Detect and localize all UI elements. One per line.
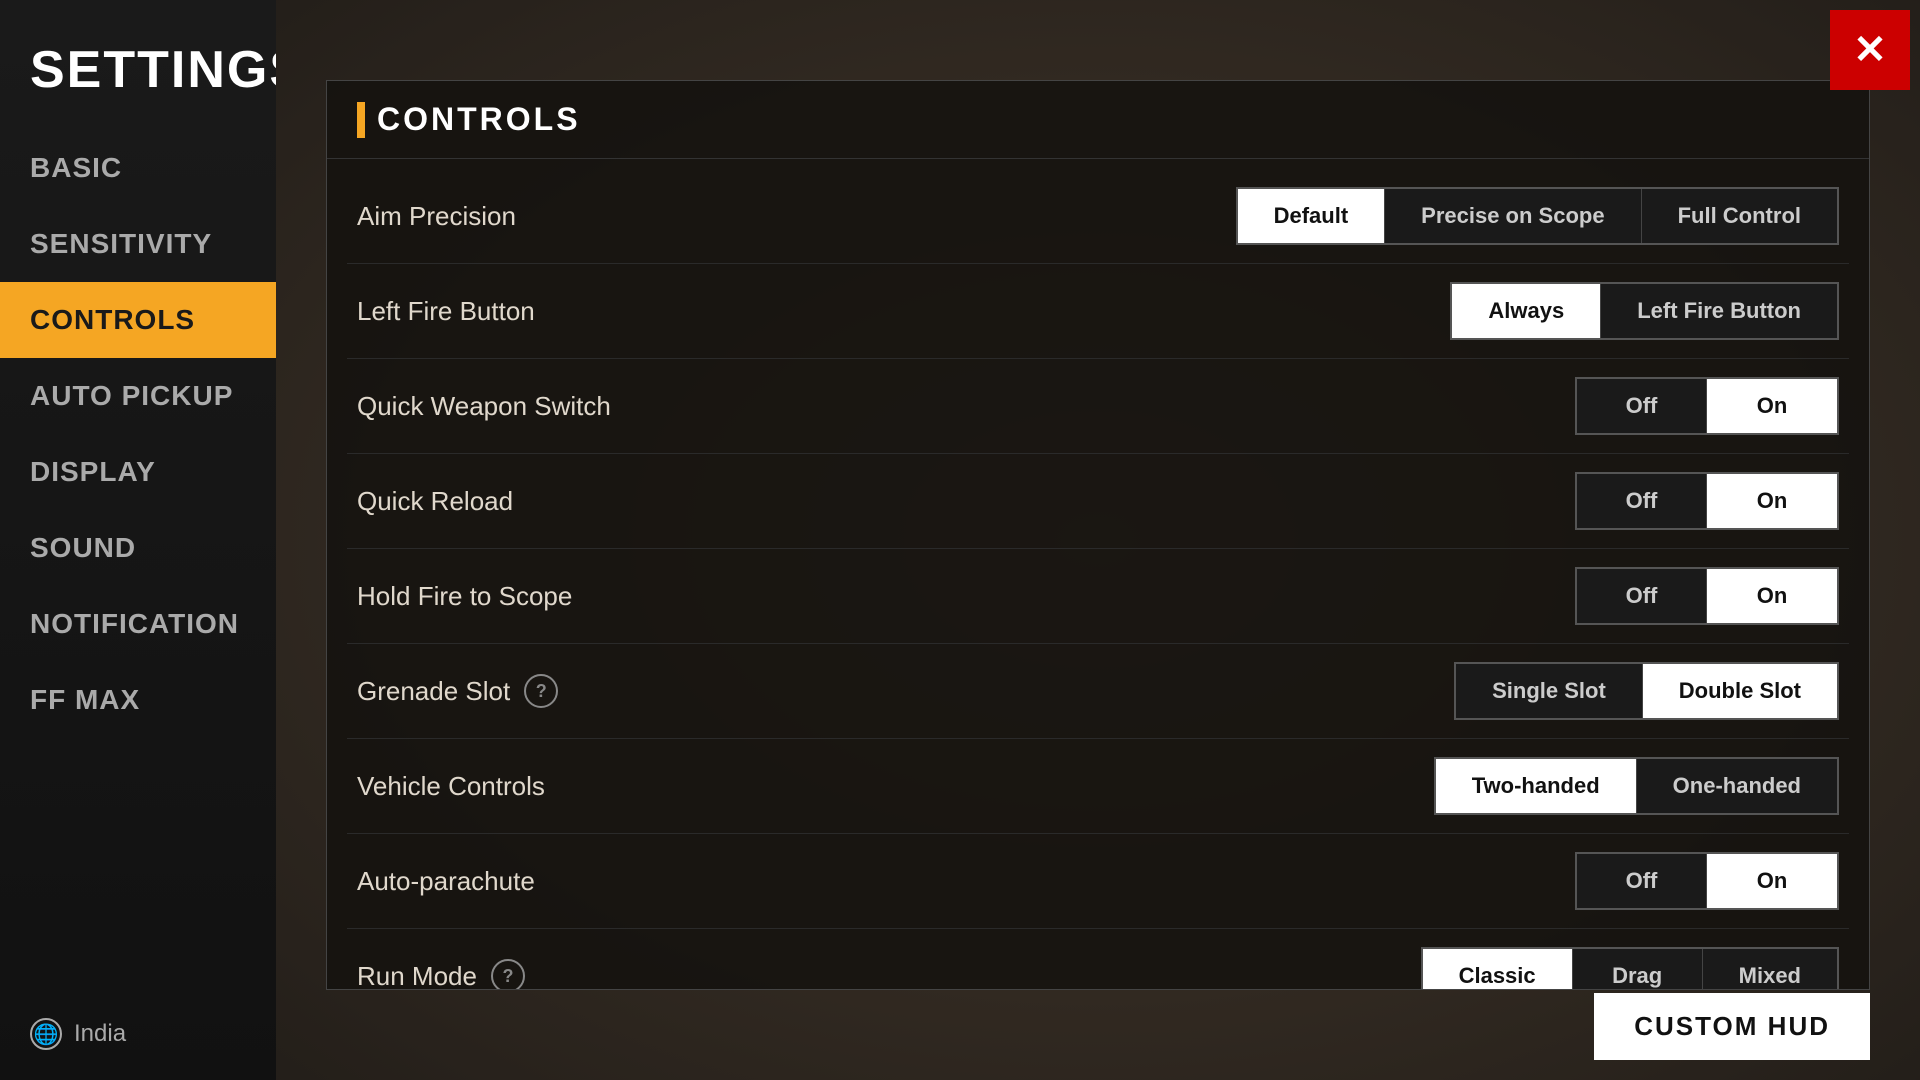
setting-label-text-left-fire-button: Left Fire Button bbox=[357, 296, 535, 327]
custom-hud-button[interactable]: CUSTOM HUD bbox=[1594, 993, 1870, 1060]
btn-option-auto-parachute-0[interactable]: Off bbox=[1577, 854, 1707, 908]
region-label: India bbox=[74, 1020, 126, 1048]
btn-group-aim-precision: DefaultPrecise on ScopeFull Control bbox=[1236, 187, 1839, 245]
sidebar-item-basic[interactable]: BASIC bbox=[0, 130, 276, 206]
setting-label-text-grenade-slot: Grenade Slot bbox=[357, 676, 510, 707]
btn-option-left-fire-button-0[interactable]: Always bbox=[1452, 284, 1601, 338]
sidebar-item-display[interactable]: DISPLAY bbox=[0, 434, 276, 510]
btn-option-quick-weapon-switch-1[interactable]: On bbox=[1707, 379, 1837, 433]
sidebar-item-sensitivity[interactable]: SENSITIVITY bbox=[0, 206, 276, 282]
btn-option-hold-fire-to-scope-1[interactable]: On bbox=[1707, 569, 1837, 623]
setting-row-quick-reload: Quick Reload OffOn bbox=[347, 454, 1849, 549]
setting-label-text-hold-fire-to-scope: Hold Fire to Scope bbox=[357, 581, 572, 612]
setting-row-hold-fire-to-scope: Hold Fire to Scope OffOn bbox=[347, 549, 1849, 644]
btn-option-aim-precision-0[interactable]: Default bbox=[1238, 189, 1386, 243]
btn-option-run-mode-2[interactable]: Mixed bbox=[1703, 949, 1837, 990]
btn-option-vehicle-controls-1[interactable]: One-handed bbox=[1637, 759, 1837, 813]
setting-label-quick-weapon-switch: Quick Weapon Switch bbox=[357, 391, 611, 422]
header-accent-bar bbox=[357, 102, 365, 138]
setting-label-text-quick-weapon-switch: Quick Weapon Switch bbox=[357, 391, 611, 422]
btn-option-quick-weapon-switch-0[interactable]: Off bbox=[1577, 379, 1707, 433]
setting-label-quick-reload: Quick Reload bbox=[357, 486, 513, 517]
setting-label-left-fire-button: Left Fire Button bbox=[357, 296, 535, 327]
sidebar: SETTINGS BASICSENSITIVITYCONTROLSAUTO PI… bbox=[0, 0, 276, 1080]
btn-option-left-fire-button-1[interactable]: Left Fire Button bbox=[1601, 284, 1837, 338]
btn-group-hold-fire-to-scope: OffOn bbox=[1575, 567, 1839, 625]
sidebar-item-auto-pickup[interactable]: AUTO PICKUP bbox=[0, 358, 276, 434]
main-content: ✕ CONTROLS Aim Precision DefaultPrecise o… bbox=[276, 0, 1920, 1080]
sidebar-item-controls[interactable]: CONTROLS bbox=[0, 282, 276, 358]
setting-row-left-fire-button: Left Fire ButtonAlwaysLeft Fire Button bbox=[347, 264, 1849, 359]
btn-group-quick-weapon-switch: OffOn bbox=[1575, 377, 1839, 435]
settings-panel: CONTROLS Aim Precision DefaultPrecise on … bbox=[326, 80, 1870, 990]
setting-label-grenade-slot: Grenade Slot? bbox=[357, 674, 558, 708]
sidebar-item-notification[interactable]: NOTIFICATION bbox=[0, 586, 276, 662]
btn-option-grenade-slot-1[interactable]: Double Slot bbox=[1643, 664, 1837, 718]
setting-label-text-auto-parachute: Auto-parachute bbox=[357, 866, 535, 897]
close-button[interactable]: ✕ bbox=[1830, 10, 1910, 90]
setting-label-text-vehicle-controls: Vehicle Controls bbox=[357, 771, 545, 802]
help-icon-grenade-slot[interactable]: ? bbox=[524, 674, 558, 708]
btn-option-vehicle-controls-0[interactable]: Two-handed bbox=[1436, 759, 1637, 813]
btn-option-run-mode-0[interactable]: Classic bbox=[1423, 949, 1573, 990]
panel-title: CONTROLS bbox=[377, 101, 581, 138]
setting-label-hold-fire-to-scope: Hold Fire to Scope bbox=[357, 581, 572, 612]
setting-row-grenade-slot: Grenade Slot? Single SlotDouble Slot bbox=[347, 644, 1849, 739]
sidebar-item-sound[interactable]: SOUND bbox=[0, 510, 276, 586]
btn-option-aim-precision-1[interactable]: Precise on Scope bbox=[1385, 189, 1641, 243]
btn-group-grenade-slot: Single SlotDouble Slot bbox=[1454, 662, 1839, 720]
settings-rows: Aim Precision DefaultPrecise on ScopeFull… bbox=[327, 159, 1869, 990]
btn-group-run-mode: ClassicDragMixed bbox=[1421, 947, 1839, 990]
setting-label-text-quick-reload: Quick Reload bbox=[357, 486, 513, 517]
help-icon-run-mode[interactable]: ? bbox=[491, 959, 525, 990]
setting-row-vehicle-controls: Vehicle Controls Two-handedOne-handed bbox=[347, 739, 1849, 834]
btn-option-hold-fire-to-scope-0[interactable]: Off bbox=[1577, 569, 1707, 623]
sidebar-item-ff-max[interactable]: FF MAX bbox=[0, 662, 276, 738]
setting-label-run-mode: Run Mode? bbox=[357, 959, 525, 990]
app-title: SETTINGS bbox=[0, 20, 276, 130]
setting-label-text-run-mode: Run Mode bbox=[357, 961, 477, 991]
setting-label-auto-parachute: Auto-parachute bbox=[357, 866, 535, 897]
btn-option-quick-reload-0[interactable]: Off bbox=[1577, 474, 1707, 528]
setting-row-auto-parachute: Auto-parachute OffOn bbox=[347, 834, 1849, 929]
btn-option-grenade-slot-0[interactable]: Single Slot bbox=[1456, 664, 1643, 718]
btn-group-vehicle-controls: Two-handedOne-handed bbox=[1434, 757, 1839, 815]
setting-row-aim-precision: Aim Precision DefaultPrecise on ScopeFull… bbox=[347, 169, 1849, 264]
btn-group-quick-reload: OffOn bbox=[1575, 472, 1839, 530]
setting-label-aim-precision: Aim Precision bbox=[357, 201, 516, 232]
panel-header: CONTROLS bbox=[327, 81, 1869, 159]
btn-option-aim-precision-2[interactable]: Full Control bbox=[1642, 189, 1837, 243]
globe-icon: 🌐 bbox=[30, 1018, 62, 1050]
setting-label-text-aim-precision: Aim Precision bbox=[357, 201, 516, 232]
setting-label-vehicle-controls: Vehicle Controls bbox=[357, 771, 545, 802]
btn-group-left-fire-button: AlwaysLeft Fire Button bbox=[1450, 282, 1839, 340]
btn-option-run-mode-1[interactable]: Drag bbox=[1573, 949, 1703, 990]
btn-option-quick-reload-1[interactable]: On bbox=[1707, 474, 1837, 528]
sidebar-footer: 🌐 India bbox=[0, 988, 276, 1080]
setting-row-run-mode: Run Mode? ClassicDragMixed bbox=[347, 929, 1849, 990]
btn-group-auto-parachute: OffOn bbox=[1575, 852, 1839, 910]
btn-option-auto-parachute-1[interactable]: On bbox=[1707, 854, 1837, 908]
setting-row-quick-weapon-switch: Quick Weapon Switch OffOn bbox=[347, 359, 1849, 454]
